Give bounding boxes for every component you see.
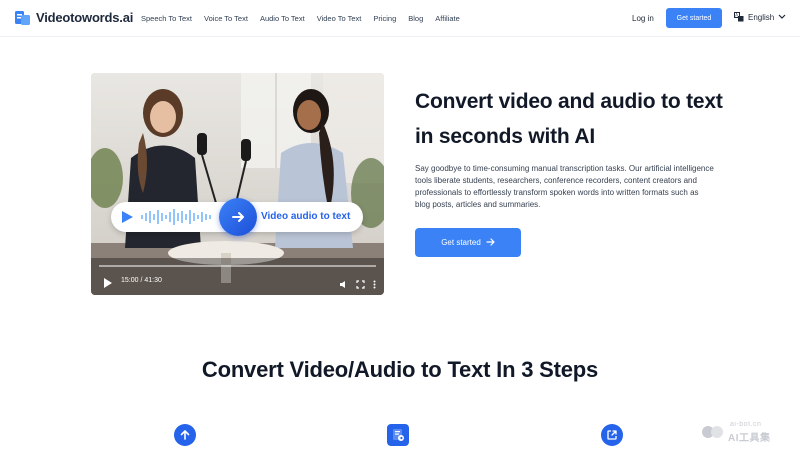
nav-link-pricing[interactable]: Pricing [373,14,396,23]
language-label: English [748,12,775,22]
chevron-down-icon [778,14,786,20]
video-audio-to-text-label: Video audio to text [261,211,351,222]
video-play-button[interactable] [104,278,112,288]
video-progress-bar[interactable] [99,265,376,267]
video-controls: 15:00 / 41:30 [91,270,384,295]
language-selector[interactable]: A English [734,12,786,22]
upload-icon [174,424,196,446]
more-options-icon[interactable] [373,276,376,294]
waveform-icon [141,209,211,225]
login-link[interactable]: Log in [632,14,654,23]
export-icon [601,424,623,446]
watermark-logo-icon [702,426,723,438]
hero-get-started-button[interactable]: Get started [415,228,521,257]
nav-get-started-button[interactable]: Get started [666,8,722,28]
top-nav: Videotowords.ai Speech To Text Voice To … [0,0,800,37]
nav-link-speech-to-text[interactable]: Speech To Text [141,14,192,23]
svg-text:A: A [735,13,738,18]
hero-description: Say goodbye to time-consuming manual tra… [415,164,714,209]
translate-icon: A [734,12,744,22]
video-thumbnail-image [91,73,384,295]
hero-video-player[interactable]: Video audio to text 15:00 / 41:30 [91,73,384,295]
nav-link-voice-to-text[interactable]: Voice To Text [204,14,248,23]
hero-get-started-label: Get started [441,238,481,247]
watermark-brand: AI工具集 [728,433,771,444]
nav-link-blog[interactable]: Blog [408,14,423,23]
volume-icon[interactable] [339,276,348,294]
nav-link-affiliate[interactable]: Affiliate [435,14,459,23]
hero-title: Convert video and audio to text in secon… [415,90,723,148]
arrow-right-icon [219,198,257,236]
video-audio-to-text-banner: Video audio to text [111,198,363,236]
video-time-label: 15:00 / 41:30 [121,277,162,284]
steps-section-title: Convert Video/Audio to Text In 3 Steps [201,357,599,382]
nav-link-video-to-text[interactable]: Video To Text [317,14,362,23]
file-convert-icon [387,424,409,446]
nav-link-audio-to-text[interactable]: Audio To Text [260,14,305,23]
arrow-right-icon [486,237,495,248]
logo-text: Videotowords.ai [36,10,134,25]
fullscreen-icon[interactable] [356,276,365,294]
logo-icon [14,9,31,26]
logo[interactable]: Videotowords.ai [14,9,133,26]
nav-links: Speech To Text Voice To Text Audio To Te… [141,14,460,23]
watermark: ai-bot.cn AI工具集 [700,420,796,444]
play-icon [122,211,133,223]
watermark-domain: ai-bot.cn [730,421,762,428]
